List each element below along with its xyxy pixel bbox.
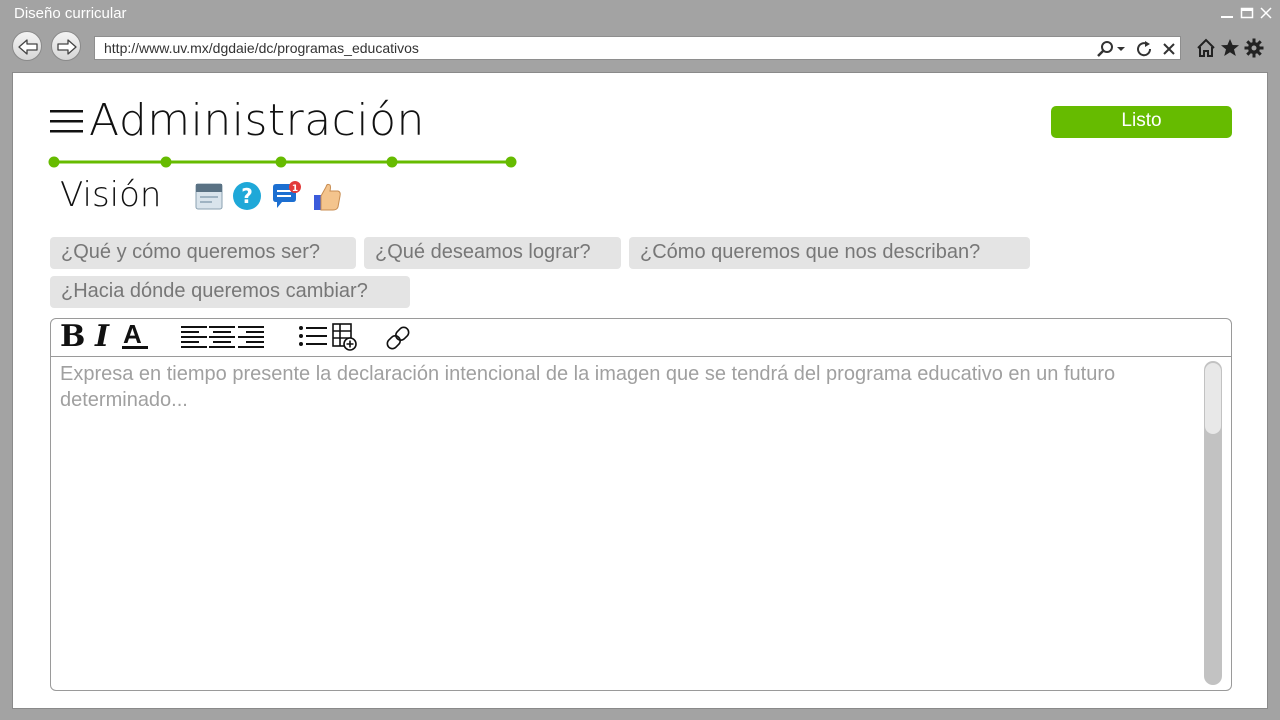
calendar-icon[interactable]: [194, 181, 224, 211]
back-arrow-icon: [18, 39, 38, 55]
stepper-step-2[interactable]: [160, 156, 172, 168]
stepper-step-1[interactable]: [48, 156, 60, 168]
url-text[interactable]: http://www.uv.mx/dgdaie/dc/programas_edu…: [104, 40, 419, 56]
align-right-icon[interactable]: [238, 325, 264, 349]
window-titlebar: Diseño curricular: [0, 0, 1280, 30]
back-button[interactable]: [12, 31, 42, 61]
insert-table-icon[interactable]: [332, 323, 358, 351]
prompt-chip[interactable]: ¿Hacia dónde queremos cambiar?: [50, 276, 410, 308]
prompt-chip[interactable]: ¿Qué deseamos lograr?: [364, 237, 621, 269]
scrollbar-thumb[interactable]: [1205, 363, 1221, 434]
forward-arrow-icon: [57, 39, 77, 55]
svg-text:?: ?: [241, 184, 253, 208]
stepper-step-4[interactable]: [386, 156, 398, 168]
home-icon[interactable]: [1196, 38, 1216, 58]
scrollbar-track[interactable]: [1204, 361, 1222, 685]
stepper-step-5[interactable]: [505, 156, 517, 168]
section-title: Visión: [60, 175, 162, 215]
address-bar[interactable]: http://www.uv.mx/dgdaie/dc/programas_edu…: [94, 36, 1181, 60]
hamburger-menu-icon[interactable]: [50, 109, 83, 135]
align-left-icon[interactable]: [181, 325, 207, 349]
prompt-chip[interactable]: ¿Qué y cómo queremos ser?: [50, 237, 356, 269]
close-window-icon[interactable]: [1259, 6, 1273, 20]
search-icon[interactable]: [1095, 40, 1127, 58]
progress-stepper: [48, 156, 517, 168]
link-icon[interactable]: [384, 324, 412, 352]
font-color-button[interactable]: A: [121, 319, 149, 353]
italic-button[interactable]: I: [95, 319, 109, 354]
page-content: Administración Listo Visión ? 1 ¿Qué y c…: [12, 72, 1268, 709]
stop-icon[interactable]: [1161, 40, 1177, 58]
prompt-chip[interactable]: ¿Cómo queremos que nos describan?: [629, 237, 1030, 269]
done-button[interactable]: Listo: [1051, 106, 1232, 138]
font-color-underline: [122, 346, 148, 349]
thumbs-up-icon[interactable]: [312, 181, 342, 213]
help-icon[interactable]: ?: [232, 181, 262, 211]
favorites-star-icon[interactable]: [1220, 38, 1240, 58]
editor-placeholder[interactable]: Expresa en tiempo presente la declaració…: [60, 361, 1190, 413]
bold-button[interactable]: B: [60, 319, 85, 354]
window-title: Diseño curricular: [14, 5, 127, 22]
stepper-step-3[interactable]: [275, 156, 287, 168]
minimize-icon[interactable]: [1220, 6, 1234, 20]
comments-icon[interactable]: 1: [271, 181, 303, 213]
settings-gear-icon[interactable]: [1244, 38, 1264, 58]
refresh-icon[interactable]: [1136, 40, 1154, 58]
align-center-icon[interactable]: [209, 325, 235, 349]
maximize-icon[interactable]: [1240, 6, 1254, 20]
forward-button[interactable]: [51, 31, 81, 61]
notification-count: 1: [292, 184, 298, 194]
rich-text-editor[interactable]: B I A Expresa en tiempo presente la decl…: [50, 318, 1232, 691]
bullet-list-icon[interactable]: [299, 325, 327, 349]
editor-toolbar: B I A: [51, 319, 1231, 357]
page-title: Administración: [89, 95, 425, 146]
